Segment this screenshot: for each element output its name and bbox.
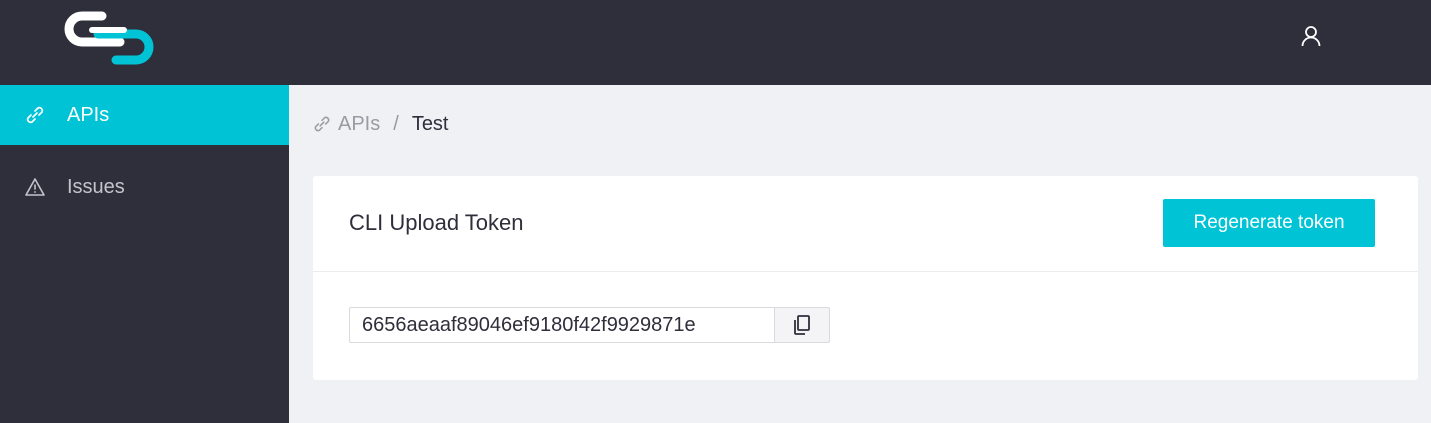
breadcrumb-separator: / bbox=[393, 112, 399, 135]
token-input-group bbox=[349, 307, 830, 343]
card-title: CLI Upload Token bbox=[349, 210, 524, 235]
top-bar bbox=[0, 0, 1431, 85]
sidebar: APIs Issues bbox=[0, 85, 289, 423]
breadcrumb-current: Test bbox=[411, 112, 449, 135]
copy-icon bbox=[794, 315, 810, 335]
token-field[interactable] bbox=[349, 307, 774, 343]
warning-icon bbox=[25, 178, 45, 196]
breadcrumb: APIs / Test bbox=[312, 109, 449, 139]
app-logo[interactable] bbox=[62, 8, 156, 68]
upload-token-card: CLI Upload Token Regenerate token bbox=[313, 176, 1418, 380]
sidebar-item-apis[interactable]: APIs bbox=[0, 85, 289, 145]
card-header: CLI Upload Token Regenerate token bbox=[313, 176, 1418, 272]
regenerate-token-button[interactable]: Regenerate token bbox=[1163, 199, 1375, 247]
sidebar-item-label: Issues bbox=[67, 175, 125, 198]
user-icon[interactable] bbox=[1299, 24, 1323, 48]
link-icon bbox=[314, 116, 330, 132]
sidebar-item-label: APIs bbox=[67, 103, 110, 126]
link-icon bbox=[26, 106, 44, 124]
breadcrumb-apis-link[interactable]: APIs bbox=[338, 113, 380, 136]
sidebar-item-issues[interactable]: Issues bbox=[0, 157, 289, 217]
copy-button[interactable] bbox=[774, 307, 830, 343]
